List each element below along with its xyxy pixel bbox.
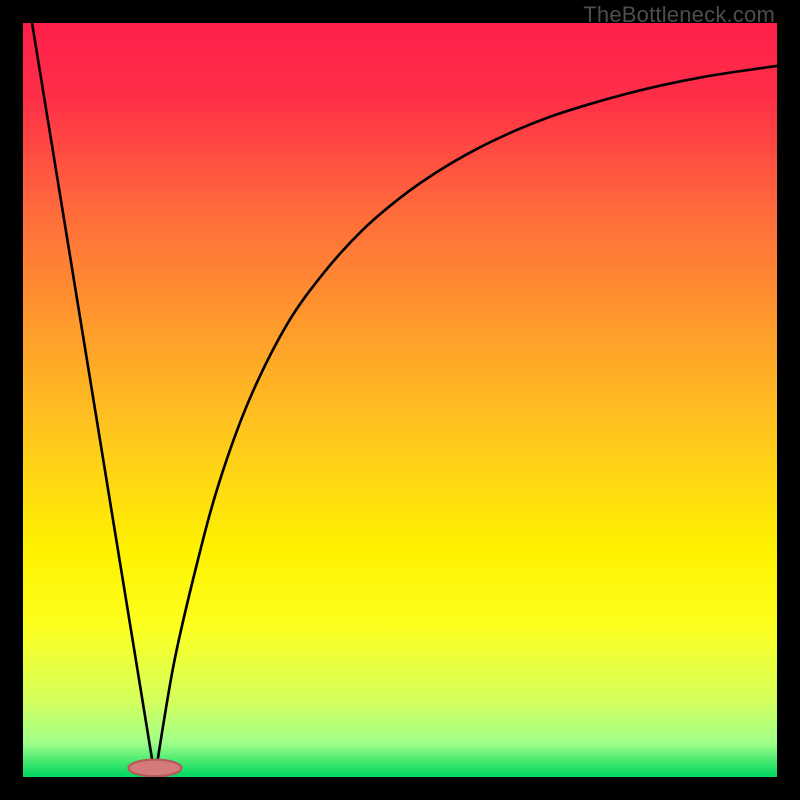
right-curve-series [155,66,777,777]
left-line-series [32,23,155,777]
chart-curves [23,23,777,777]
optimal-marker [129,760,182,777]
chart-frame: TheBottleneck.com [0,0,800,800]
watermark-text: TheBottleneck.com [583,2,775,28]
plot-area [23,23,777,777]
